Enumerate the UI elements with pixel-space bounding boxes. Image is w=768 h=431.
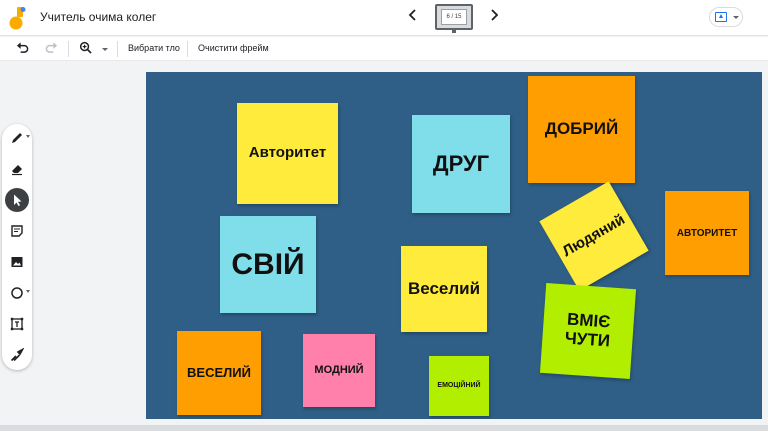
sticky-note[interactable]: СВІЙ — [220, 216, 316, 313]
redo-button[interactable] — [42, 40, 60, 58]
sticky-note[interactable]: ДОБРИЙ — [528, 76, 635, 183]
pen-tool[interactable] — [5, 126, 30, 150]
sticky-note[interactable]: Людяний — [539, 181, 649, 291]
zoom-button[interactable] — [76, 40, 94, 58]
next-frame-button[interactable] — [485, 8, 503, 26]
app-title[interactable]: Учитель очима колег — [40, 10, 156, 24]
zoom-in-icon — [79, 41, 92, 54]
share-button[interactable] — [709, 7, 743, 27]
frame-bar-toggle[interactable]: 6 / 15 — [435, 4, 473, 33]
jamboard-logo-icon[interactable] — [9, 6, 27, 30]
divider — [117, 41, 118, 57]
laser-icon — [10, 348, 24, 362]
sticky-note[interactable]: Авторитет — [237, 103, 338, 204]
sticky-note[interactable]: Веселий — [401, 246, 487, 332]
chevron-left-icon — [408, 9, 416, 21]
pen-icon — [12, 133, 22, 143]
clear-frame-button[interactable]: Очистити фрейм — [198, 43, 269, 53]
laser-tool[interactable] — [5, 343, 29, 367]
sticky-note-icon — [11, 225, 23, 237]
drawing-tools-panel — [2, 124, 32, 370]
cast-upload-icon — [715, 12, 727, 22]
top-bar: Учитель очима колег 6 / 15 — [0, 0, 768, 36]
zoom-dropdown-icon[interactable] — [102, 48, 108, 51]
frame-notch — [452, 29, 456, 33]
sticky-note[interactable]: ЕМОЦІЙНИЙ — [429, 356, 489, 416]
divider — [187, 41, 188, 57]
image-tool[interactable] — [5, 250, 29, 274]
select-arrow-icon — [14, 194, 22, 206]
text-box-icon — [10, 317, 24, 331]
chevron-right-icon — [491, 9, 499, 21]
text-box-tool[interactable] — [5, 312, 29, 336]
select-tool[interactable] — [5, 188, 29, 212]
chevron-down-icon — [733, 16, 739, 19]
sticky-note[interactable]: ВМІЄ ЧУТИ — [539, 282, 637, 380]
undo-icon — [16, 42, 28, 53]
frame-counter: 6 / 15 — [441, 9, 467, 25]
undo-button[interactable] — [13, 40, 31, 58]
horizontal-scrollbar[interactable] — [0, 425, 768, 431]
eraser-tool[interactable] — [5, 157, 29, 181]
sticky-note[interactable]: АВТОРИТЕТ — [665, 191, 749, 275]
edit-toolbar: Вибрати тло Очистити фрейм — [0, 37, 768, 61]
eraser-icon — [12, 165, 22, 176]
sticky-note[interactable]: МОДНИЙ — [303, 334, 375, 407]
chevron-down-icon — [26, 135, 30, 138]
sticky-note[interactable]: ВЕСЕЛИЙ — [177, 331, 261, 415]
chevron-down-icon — [26, 290, 30, 293]
shape-tool[interactable] — [5, 281, 30, 305]
jamboard-canvas[interactable]: Авторитет ДРУГ ДОБРИЙ СВІЙ Людяний АВТОР… — [146, 72, 762, 419]
sticky-note-tool[interactable] — [5, 219, 29, 243]
sticky-note[interactable]: ДРУГ — [412, 115, 510, 213]
image-icon — [11, 257, 23, 267]
circle-shape-icon — [11, 287, 23, 299]
redo-icon — [45, 42, 57, 53]
set-background-button[interactable]: Вибрати тло — [128, 43, 180, 53]
divider — [68, 41, 69, 57]
previous-frame-button[interactable] — [404, 8, 422, 26]
